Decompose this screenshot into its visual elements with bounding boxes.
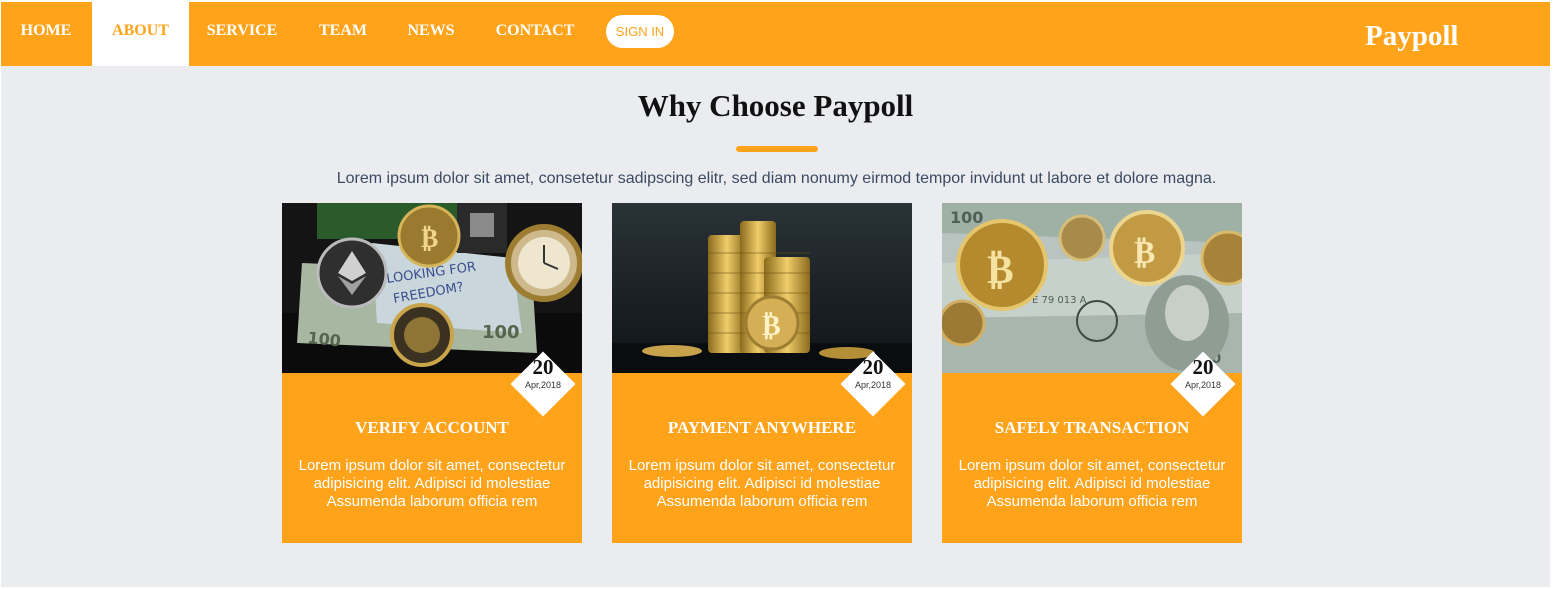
date-day: 20 [532, 355, 554, 379]
card-image-gold-bitcoins: ₿ [612, 203, 912, 373]
date-day: 20 [862, 355, 884, 379]
date-month: Apr,2018 [524, 380, 562, 390]
date-day: 20 [1192, 355, 1214, 379]
svg-text:₿: ₿ [762, 309, 781, 342]
section-title: Why Choose Paypoll [637, 88, 914, 123]
nav-news[interactable]: NEWS [391, 2, 471, 66]
card-safely-transaction[interactable]: 100 E 79 013 A 100 ₿ ₿ 20 Apr,201 [942, 203, 1242, 543]
card-image-bitcoins-on-dollars: 100 E 79 013 A 100 ₿ ₿ [942, 203, 1242, 373]
svg-text:100: 100 [307, 328, 342, 350]
svg-text:₿: ₿ [987, 247, 1014, 293]
card-image-crypto-coins: LOOKING FOR FREEDOM? 100 100 ₿ [282, 203, 582, 373]
card-text: Lorem ipsum dolor sit amet, consectetur … [628, 457, 896, 510]
card-text: Lorem ipsum dolor sit amet, consectetur … [958, 457, 1226, 510]
date-badge: 20 Apr,2018 [510, 351, 576, 417]
section-description: Lorem ipsum dolor sit amet, consetetur s… [336, 170, 1217, 187]
svg-text:100: 100 [950, 208, 983, 227]
date-month: Apr,2018 [854, 380, 892, 390]
date-badge: 20 Apr,2018 [1170, 351, 1236, 417]
card-title[interactable]: VERIFY ACCOUNT [282, 417, 582, 439]
nav-home[interactable]: HOME [1, 2, 91, 66]
card-title[interactable]: PAYMENT ANYWHERE [612, 417, 912, 439]
svg-text:₿: ₿ [1134, 233, 1155, 271]
sign-in-button[interactable]: SIGN IN [606, 15, 674, 48]
card-payment-anywhere[interactable]: ₿ 20 Apr,2018 PAYMENT ANYWHERE Lorem ips… [612, 203, 912, 543]
svg-text:100: 100 [482, 322, 520, 343]
card-text: Lorem ipsum dolor sit amet, consectetur … [298, 457, 566, 510]
nav-about[interactable]: ABOUT [92, 2, 189, 66]
nav-team[interactable]: TEAM [301, 2, 385, 66]
svg-text:E 79 013 A: E 79 013 A [1032, 295, 1087, 306]
card-title[interactable]: SAFELY TRANSACTION [942, 417, 1242, 439]
nav-contact[interactable]: CONTACT [477, 2, 593, 66]
navbar: HOME ABOUT SERVICE TEAM NEWS CONTACT SIG… [1, 2, 1550, 66]
date-badge: 20 Apr,2018 [840, 351, 906, 417]
page: HOME ABOUT SERVICE TEAM NEWS CONTACT SIG… [1, 2, 1550, 587]
svg-text:₿: ₿ [421, 224, 438, 254]
title-underline [736, 146, 818, 152]
card-verify-account[interactable]: LOOKING FOR FREEDOM? 100 100 ₿ 20 Apr,20… [282, 203, 582, 543]
brand-logo[interactable]: Paypoll [1365, 22, 1458, 51]
date-month: Apr,2018 [1184, 380, 1222, 390]
nav-service[interactable]: SERVICE [190, 2, 294, 66]
